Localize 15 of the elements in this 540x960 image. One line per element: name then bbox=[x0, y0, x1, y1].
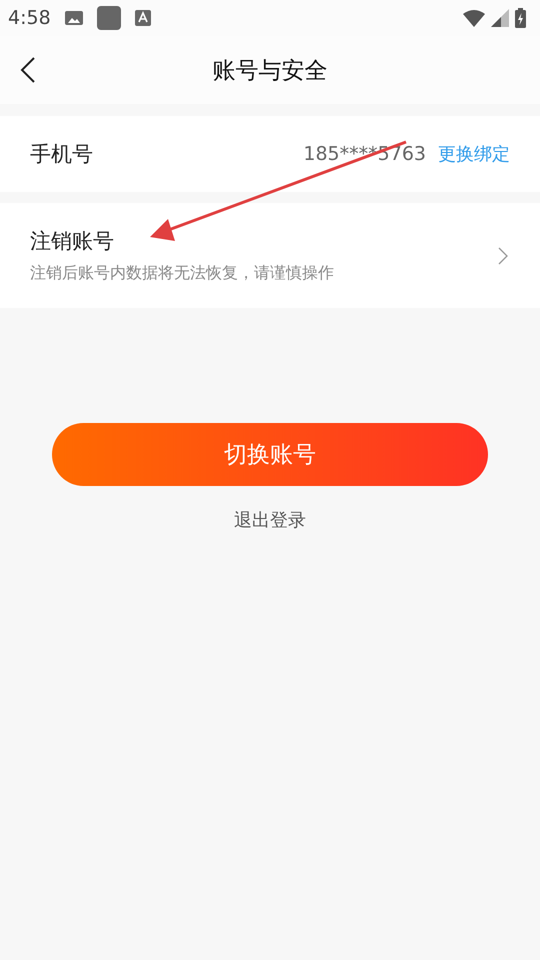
cancel-account-row[interactable]: 注销账号 注销后账号内数据将无法恢复，请谨慎操作 bbox=[0, 203, 540, 308]
image-icon bbox=[64, 10, 83, 26]
battery-icon bbox=[515, 8, 526, 28]
font-icon bbox=[134, 10, 151, 26]
cancel-account-title: 注销账号 bbox=[30, 228, 115, 255]
phone-label: 手机号 bbox=[30, 141, 93, 168]
back-icon[interactable] bbox=[20, 57, 36, 83]
wifi-icon bbox=[463, 9, 485, 27]
page-title: 账号与安全 bbox=[212, 56, 328, 86]
signal-icon bbox=[491, 9, 509, 27]
cancel-account-subtitle: 注销后账号内数据将无法恢复，请谨慎操作 bbox=[30, 263, 334, 284]
chevron-right-icon bbox=[498, 246, 508, 264]
logout-link[interactable]: 退出登录 bbox=[234, 508, 306, 532]
square-icon bbox=[96, 6, 121, 30]
status-time: 4:58 bbox=[8, 7, 51, 29]
